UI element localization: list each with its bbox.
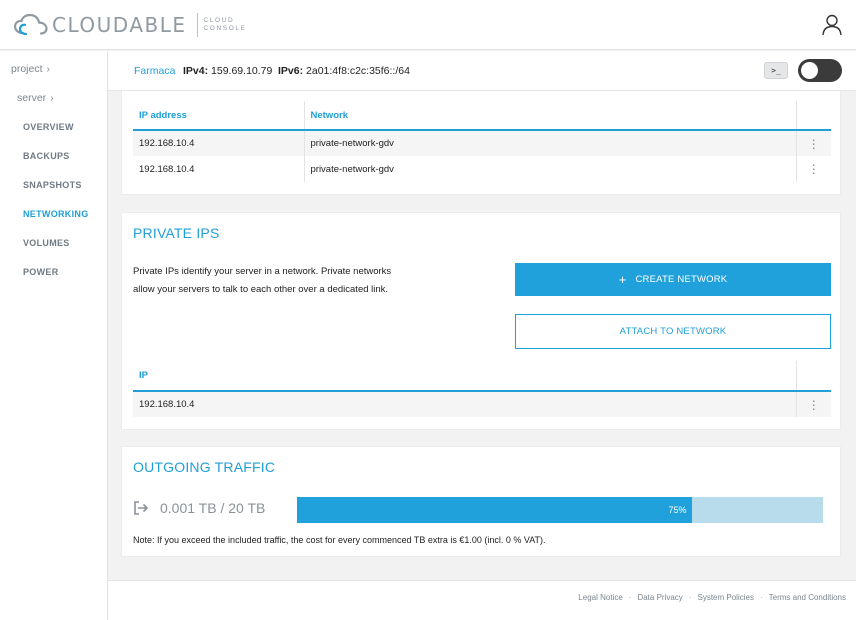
console-button[interactable]: >_ <box>764 62 788 79</box>
more-vertical-icon[interactable]: ⋮ <box>795 391 831 417</box>
footer-link-system-policies[interactable]: System Policies <box>697 593 753 602</box>
create-network-button[interactable]: + CREATE NETWORK <box>515 263 831 296</box>
private-ips-description: Private IPs identify your server in a ne… <box>133 266 392 295</box>
chevron-right-icon: › <box>46 64 50 75</box>
row-ip: 192.168.10.4 <box>133 130 305 156</box>
brand-divider <box>196 13 198 37</box>
traffic-usage: 0.001 TB / 20 TB <box>160 500 266 516</box>
table-row: 192.168.10.4 ⋮ <box>133 391 831 417</box>
breadcrumb-project-label: project <box>11 63 43 75</box>
column-header-actions <box>795 361 831 391</box>
row-network: private-network-gdv <box>310 163 394 175</box>
sign-out-icon <box>134 501 149 515</box>
sidebar-item-overview[interactable]: OVERVIEW <box>23 122 74 132</box>
ipv4-value: 159.69.10.79 <box>211 65 273 77</box>
private-ips-title: PRIVATE IPS <box>133 225 220 241</box>
footer-separator: · <box>628 593 632 602</box>
sidebar-item-backups[interactable]: BACKUPS <box>23 151 70 161</box>
breadcrumb-project[interactable]: project › <box>11 63 50 75</box>
column-header-actions <box>795 101 831 130</box>
chevron-right-icon: › <box>50 93 54 104</box>
breadcrumb-server-label: server <box>17 92 47 104</box>
brand-subtitle: CLOUD CONSOLE <box>204 17 247 33</box>
network-table: IP address Network 192.168.10.4 private-… <box>133 101 831 182</box>
row-network: private-network-gdv <box>310 138 394 149</box>
sidebar-item-networking[interactable]: NETWORKING <box>23 209 89 219</box>
server-ipv6: IPv6: 2a01:4f8:c2c:35f6::/64 <box>278 65 410 77</box>
breadcrumb-server[interactable]: server › <box>17 92 54 104</box>
private-ips-table: IP 192.168.10.4 ⋮ <box>133 361 831 417</box>
traffic-title: OUTGOING TRAFFIC <box>133 459 276 475</box>
footer-separator: · <box>688 593 692 602</box>
table-row: 192.168.10.4 private-network-gdv ⋮ <box>133 156 831 182</box>
server-ipv4: IPv4: 159.69.10.79 <box>183 65 272 77</box>
footer-link-data-privacy[interactable]: Data Privacy <box>637 593 682 602</box>
traffic-card: OUTGOING TRAFFIC 0.001 TB / 20 TB 75% No… <box>121 446 841 557</box>
top-bar: CLOUDABLE CLOUD CONSOLE <box>0 0 856 50</box>
network-card: IP address Network 192.168.10.4 private-… <box>121 91 841 195</box>
ipv4-label: IPv4: <box>183 65 209 77</box>
plus-icon: + <box>618 272 627 287</box>
table-header-row: IP <box>133 361 831 391</box>
ipv6-label: IPv6: <box>278 65 304 77</box>
ipv6-value: 2a01:4f8:c2c:35f6::/64 <box>306 65 410 77</box>
sidebar: project › server › OVERVIEW BACKUPS SNAPSH… <box>0 51 108 620</box>
traffic-progress-bar: 75% <box>297 497 823 523</box>
row-ip: 192.168.10.4 <box>139 399 195 410</box>
more-vertical-icon[interactable]: ⋮ <box>795 130 831 156</box>
cloud-logo-icon <box>14 14 48 36</box>
create-network-label: CREATE NETWORK <box>635 274 728 285</box>
table-row: 192.168.10.4 private-network-gdv ⋮ <box>133 130 831 156</box>
footer: Legal Notice · Data Privacy · System Pol… <box>108 580 856 620</box>
traffic-note: Note: If you exceed the included traffic… <box>133 535 546 545</box>
footer-link-terms[interactable]: Terms and Conditions <box>769 593 846 602</box>
power-toggle-knob <box>801 62 818 79</box>
traffic-progress-label: 75% <box>668 505 687 515</box>
attach-network-button[interactable]: ATTACH TO NETWORK <box>515 314 831 349</box>
traffic-progress-fill: 75% <box>297 497 692 523</box>
column-header-ip-address: IP address <box>133 101 305 130</box>
brand-logo[interactable]: CLOUDABLE CLOUD CONSOLE <box>14 12 247 38</box>
server-header: Farmaca IPv4: 159.69.10.79 IPv6: 2a01:4f… <box>108 51 856 91</box>
footer-links: Legal Notice · Data Privacy · System Pol… <box>578 593 846 602</box>
private-ips-card: PRIVATE IPS Private IPs identify your se… <box>121 212 841 430</box>
sidebar-item-power[interactable]: POWER <box>23 267 59 277</box>
power-toggle[interactable] <box>798 59 842 82</box>
more-vertical-icon[interactable]: ⋮ <box>795 156 831 182</box>
footer-link-legal-notice[interactable]: Legal Notice <box>578 593 622 602</box>
table-header-row: IP address Network <box>133 101 831 130</box>
footer-separator: · <box>759 593 763 602</box>
brand-subtitle-line2: CONSOLE <box>203 25 247 32</box>
row-ip: 192.168.10.4 <box>133 156 305 182</box>
server-name[interactable]: Farmaca <box>134 65 175 77</box>
sidebar-item-volumes[interactable]: VOLUMES <box>23 238 70 248</box>
column-header-ip: IP <box>139 370 148 381</box>
brand-name: CLOUDABLE <box>52 13 187 37</box>
sidebar-item-snapshots[interactable]: SNAPSHOTS <box>23 180 82 190</box>
brand-subtitle-line1: CLOUD <box>203 17 235 24</box>
user-account-icon[interactable] <box>822 14 842 36</box>
column-header-network: Network <box>310 109 348 121</box>
